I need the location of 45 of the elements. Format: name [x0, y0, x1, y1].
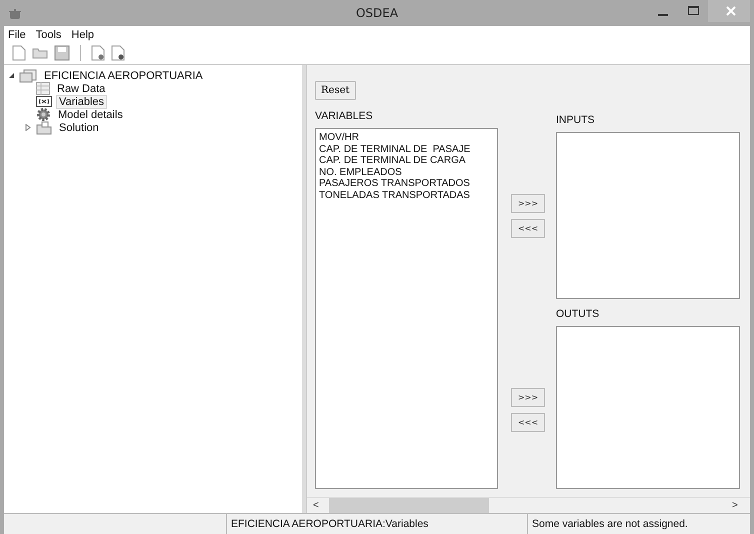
collapsed-arrow-icon[interactable]: [25, 124, 32, 131]
tree-item[interactable]: Raw Data: [54, 82, 108, 96]
add-output-button[interactable]: >>>: [511, 388, 545, 407]
new-file-icon[interactable]: [12, 45, 26, 61]
list-item[interactable]: NO. EMPLEADOS: [319, 166, 494, 178]
expanded-arrow-icon[interactable]: [8, 72, 15, 79]
scroll-right-button[interactable]: >: [732, 500, 744, 511]
outputs-list[interactable]: [556, 326, 740, 489]
tree-item[interactable]: Model details: [55, 108, 126, 122]
menu-item[interactable]: File: [8, 29, 26, 41]
list-heading: VARIABLES: [315, 110, 374, 123]
remove-output-button[interactable]: <<<: [511, 413, 545, 432]
list-heading: OUTUTS: [556, 308, 600, 321]
pot-icon: [8, 7, 22, 19]
add-input-button[interactable]: >>>: [511, 194, 545, 213]
reset-button[interactable]: Reset: [315, 81, 356, 100]
list-item[interactable]: CAP. DE TERMINAL DE PASAJE: [319, 144, 494, 155]
menu-item[interactable]: Tools: [36, 29, 62, 41]
scroll-thumb[interactable]: [329, 498, 489, 513]
variables-list[interactable]: MOV/HR CAP. DE TERMINAL DE PASAJE CAP. DE TERMINAL DE CARGA NO. EMPLEADOS PASAJEROS TRANSPORTADOS TONELADAS TRANSPORTADAS: [315, 128, 498, 489]
status-text: Some variables are not assigned.: [531, 518, 688, 530]
list-item[interactable]: CAP. DE TERMINAL DE CARGA: [319, 155, 494, 166]
folder-icon: [36, 120, 52, 134]
folder-icon[interactable]: [32, 47, 48, 59]
list-heading: INPUTS: [556, 114, 596, 127]
window-title: OSDEA: [356, 6, 398, 20]
remove-input-button[interactable]: <<<: [511, 219, 545, 238]
tree-item[interactable]: Solution: [56, 120, 102, 134]
variable-icon: [36, 96, 52, 107]
save-icon[interactable]: [54, 45, 70, 61]
tree-item[interactable]: Variables: [56, 94, 108, 108]
list-item[interactable]: TONELADAS TRANSPORTADAS: [319, 190, 494, 201]
list-item[interactable]: PASAJEROS TRANSPORTADOS: [319, 178, 494, 190]
list-item[interactable]: MOV/HR: [319, 132, 494, 144]
status-text: EFICIENCIA AEROPORTUARIA:Variables: [227, 514, 528, 534]
maximize-icon: [688, 6, 698, 16]
inputs-list[interactable]: [556, 132, 740, 299]
close-icon: [726, 6, 736, 16]
tree-item[interactable]: EFICIENCIA AEROPORTUARIA: [41, 68, 206, 82]
menu-item[interactable]: Help: [71, 29, 94, 41]
scroll-left-button[interactable]: <: [313, 500, 325, 511]
gear-icon: [36, 107, 51, 122]
table-icon: [36, 82, 50, 95]
project-icon: [19, 68, 37, 82]
minimize-icon: [658, 14, 668, 16]
